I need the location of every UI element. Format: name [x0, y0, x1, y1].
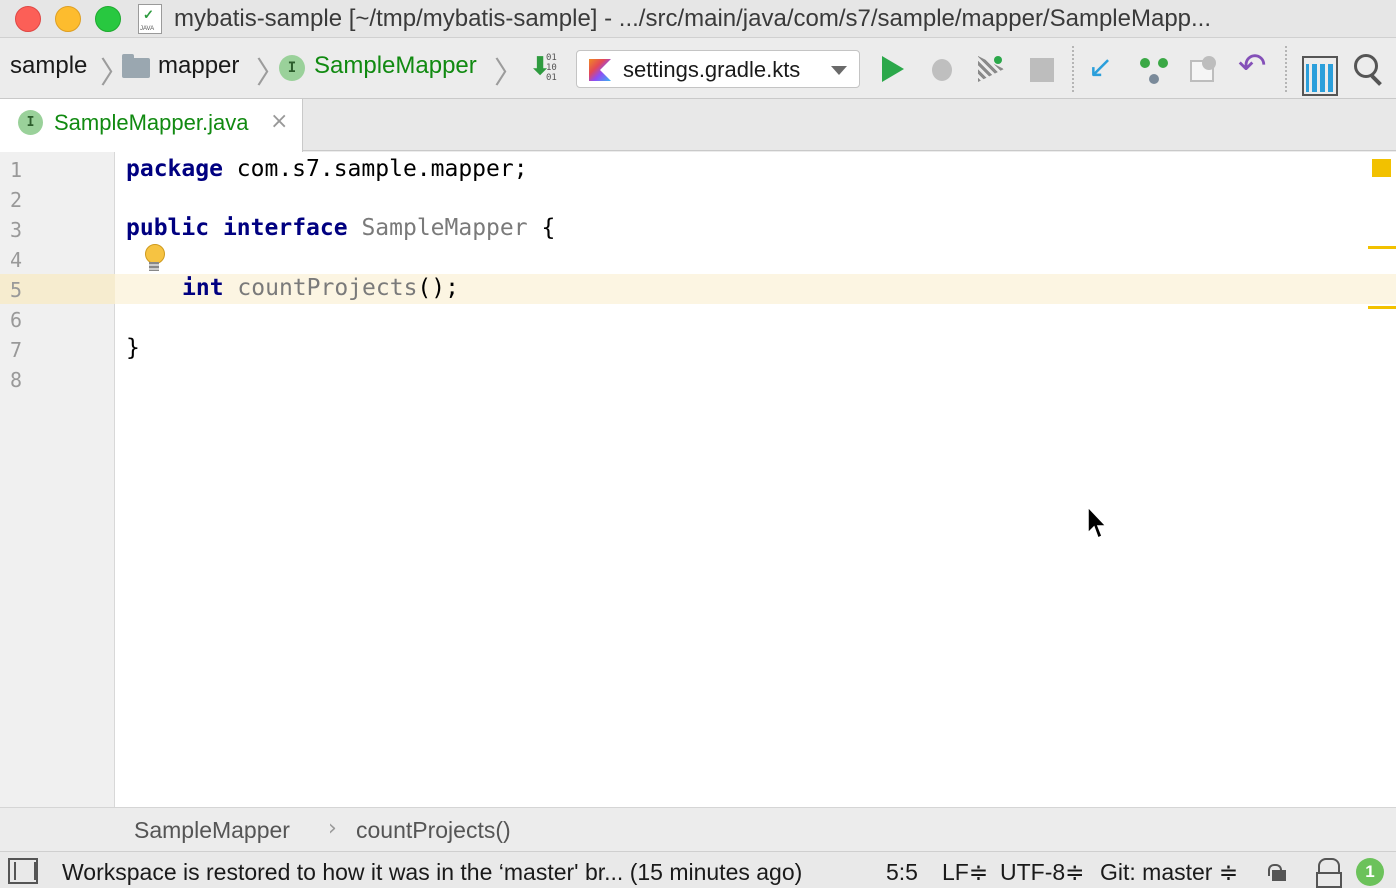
- code-line-3[interactable]: public interface SampleMapper {: [126, 215, 555, 241]
- git-branch-select[interactable]: Git: master ≑: [1100, 859, 1238, 886]
- line-number: 4: [10, 248, 23, 272]
- build-project-icon[interactable]: ⬇ 01 10 01: [530, 52, 564, 86]
- error-stripe-marker[interactable]: [1368, 246, 1396, 249]
- vcs-update-icon[interactable]: [1084, 50, 1122, 88]
- binary-bits: 01 10 01: [546, 53, 557, 83]
- code-text: com.s7.sample.mapper;: [222, 156, 528, 182]
- lock-icon[interactable]: [1268, 864, 1286, 882]
- line-number: 3: [10, 218, 23, 242]
- identifier: SampleMapper: [361, 215, 528, 241]
- title-bar: ✓ JAVA mybatis-sample [~/tmp/mybatis-sam…: [0, 0, 1396, 38]
- status-message[interactable]: Workspace is restored to how it was in t…: [62, 859, 802, 886]
- java-file-icon-label: JAVA: [140, 26, 155, 32]
- code-line-5[interactable]: int countProjects();: [182, 275, 459, 301]
- maximize-window-button[interactable]: [95, 6, 121, 32]
- keyword: public: [126, 215, 210, 241]
- run-configuration-label: settings.gradle.kts: [623, 57, 801, 82]
- editor-tab-bar: I SampleMapper.java ×: [0, 99, 1396, 152]
- keyword: interface: [222, 215, 348, 241]
- vcs-history-icon[interactable]: [1186, 50, 1224, 88]
- mouse-cursor-icon: [1087, 506, 1108, 540]
- revert-icon[interactable]: [1236, 46, 1274, 88]
- tab-samplemapper-java[interactable]: I SampleMapper.java ×: [0, 99, 303, 152]
- check-mark: ✓: [143, 7, 154, 22]
- keyword: package: [126, 156, 223, 182]
- line-number: 2: [10, 188, 23, 212]
- line-number: 7: [10, 338, 23, 362]
- run-icon[interactable]: [876, 50, 914, 88]
- line-separator-select[interactable]: LF≑: [942, 859, 988, 886]
- code-breadcrumb-method[interactable]: countProjects(): [356, 817, 511, 844]
- kotlin-icon: [589, 59, 611, 81]
- line-number: 5: [10, 278, 23, 302]
- inspection-status-marker[interactable]: [1372, 159, 1391, 177]
- tool-windows-toggle-icon[interactable]: [8, 858, 38, 884]
- minimize-window-button[interactable]: [55, 6, 81, 32]
- tab-label: SampleMapper.java: [54, 110, 249, 135]
- window-title: mybatis-sample [~/tmp/mybatis-sample] - …: [174, 5, 1212, 32]
- code-breadcrumb-class[interactable]: SampleMapper: [134, 817, 290, 844]
- keyword: int: [182, 275, 224, 301]
- line-number: 1: [10, 158, 23, 182]
- code-breadcrumb-separator: ›: [328, 816, 337, 841]
- encoding-select[interactable]: UTF-8≑: [1000, 859, 1084, 886]
- stop-icon[interactable]: [1022, 50, 1060, 88]
- breadcrumb-sample[interactable]: sample: [10, 52, 87, 80]
- search-icon[interactable]: [1350, 50, 1388, 88]
- vcs-commit-icon[interactable]: [1136, 50, 1174, 88]
- toolbar-separator: [1285, 46, 1287, 92]
- close-window-button[interactable]: [15, 6, 41, 32]
- interface-icon: I: [18, 110, 43, 135]
- error-stripe-marker[interactable]: [1368, 306, 1396, 309]
- line-number: 6: [10, 308, 23, 332]
- breadcrumb-mapper[interactable]: mapper: [158, 52, 239, 80]
- code-editor[interactable]: 1 2 3 4 5 6 7 8 package com.s7.sample.ma…: [0, 152, 1396, 807]
- run-configuration-select[interactable]: settings.gradle.kts: [576, 50, 860, 88]
- identifier: countProjects: [237, 275, 418, 301]
- breadcrumb-samplemapper[interactable]: SampleMapper: [314, 52, 477, 80]
- toolbar-separator: [1072, 46, 1074, 92]
- intention-bulb-icon[interactable]: [143, 244, 165, 274]
- debug-icon[interactable]: [924, 50, 962, 88]
- java-file-icon: ✓ JAVA: [138, 4, 162, 34]
- breadcrumb-separator: 〉: [494, 56, 524, 91]
- close-icon[interactable]: ×: [270, 109, 288, 134]
- notifications-badge[interactable]: 1: [1356, 858, 1384, 886]
- code-line-7[interactable]: }: [126, 335, 140, 361]
- caret-position[interactable]: 5:5: [886, 859, 918, 886]
- code-text: ();: [417, 275, 459, 301]
- code-text: {: [527, 215, 556, 241]
- code-line-1[interactable]: package com.s7.sample.mapper;: [126, 156, 528, 182]
- chevron-down-icon: [831, 66, 847, 75]
- line-number: 8: [10, 368, 23, 392]
- hector-icon[interactable]: [1315, 858, 1342, 888]
- navigation-bar: sample 〉 mapper 〉 I SampleMapper 〉 ⬇ 01 …: [0, 38, 1396, 99]
- project-structure-icon[interactable]: [1298, 50, 1338, 96]
- coverage-icon[interactable]: [972, 50, 1010, 88]
- interface-icon: I: [279, 55, 305, 81]
- line-number-gutter[interactable]: 1 2 3 4 5 6 7 8: [0, 152, 115, 807]
- code-breadcrumb: SampleMapper › countProjects(): [0, 807, 1396, 851]
- status-bar: Workspace is restored to how it was in t…: [0, 851, 1396, 888]
- folder-icon: [122, 54, 150, 78]
